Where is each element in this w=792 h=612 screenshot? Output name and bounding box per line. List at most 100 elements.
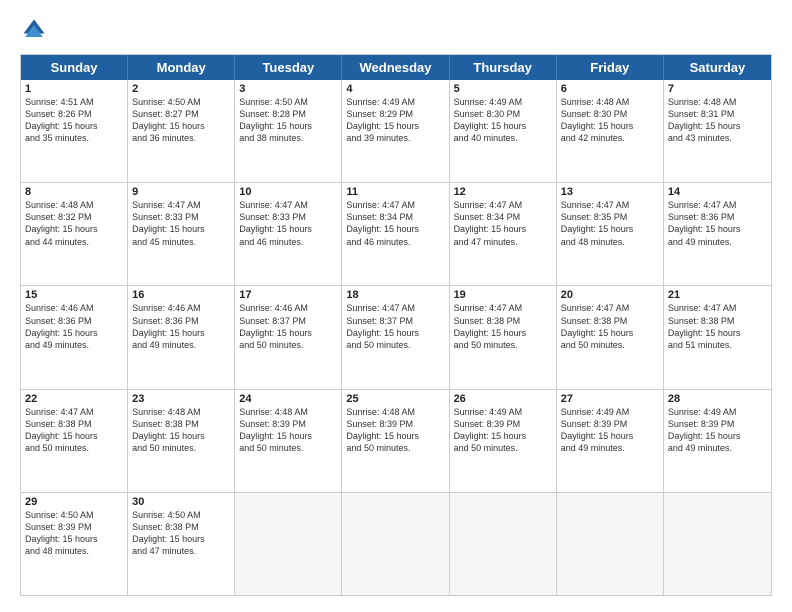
day-number: 30 bbox=[132, 496, 230, 508]
cell-info: Sunrise: 4:49 AM Sunset: 8:39 PM Dayligh… bbox=[561, 406, 659, 455]
cell-info: Sunrise: 4:47 AM Sunset: 8:36 PM Dayligh… bbox=[668, 199, 767, 248]
cell-info: Sunrise: 4:47 AM Sunset: 8:34 PM Dayligh… bbox=[454, 199, 552, 248]
cal-cell-empty bbox=[450, 493, 557, 595]
day-number: 1 bbox=[25, 83, 123, 95]
calendar: SundayMondayTuesdayWednesdayThursdayFrid… bbox=[20, 54, 772, 596]
day-number: 4 bbox=[346, 83, 444, 95]
day-number: 2 bbox=[132, 83, 230, 95]
calendar-body: 1Sunrise: 4:51 AM Sunset: 8:26 PM Daylig… bbox=[21, 80, 771, 595]
header-day-friday: Friday bbox=[557, 55, 664, 80]
cal-cell-3: 3Sunrise: 4:50 AM Sunset: 8:28 PM Daylig… bbox=[235, 80, 342, 182]
day-number: 5 bbox=[454, 83, 552, 95]
cal-cell-10: 10Sunrise: 4:47 AM Sunset: 8:33 PM Dayli… bbox=[235, 183, 342, 285]
cell-info: Sunrise: 4:48 AM Sunset: 8:32 PM Dayligh… bbox=[25, 199, 123, 248]
day-number: 6 bbox=[561, 83, 659, 95]
calendar-row-1: 1Sunrise: 4:51 AM Sunset: 8:26 PM Daylig… bbox=[21, 80, 771, 183]
cal-cell-30: 30Sunrise: 4:50 AM Sunset: 8:38 PM Dayli… bbox=[128, 493, 235, 595]
cal-cell-14: 14Sunrise: 4:47 AM Sunset: 8:36 PM Dayli… bbox=[664, 183, 771, 285]
calendar-header: SundayMondayTuesdayWednesdayThursdayFrid… bbox=[21, 55, 771, 80]
cal-cell-19: 19Sunrise: 4:47 AM Sunset: 8:38 PM Dayli… bbox=[450, 286, 557, 388]
cal-cell-16: 16Sunrise: 4:46 AM Sunset: 8:36 PM Dayli… bbox=[128, 286, 235, 388]
cal-cell-2: 2Sunrise: 4:50 AM Sunset: 8:27 PM Daylig… bbox=[128, 80, 235, 182]
cal-cell-22: 22Sunrise: 4:47 AM Sunset: 8:38 PM Dayli… bbox=[21, 390, 128, 492]
day-number: 18 bbox=[346, 289, 444, 301]
cell-info: Sunrise: 4:49 AM Sunset: 8:29 PM Dayligh… bbox=[346, 96, 444, 145]
cal-cell-24: 24Sunrise: 4:48 AM Sunset: 8:39 PM Dayli… bbox=[235, 390, 342, 492]
day-number: 23 bbox=[132, 393, 230, 405]
cell-info: Sunrise: 4:49 AM Sunset: 8:30 PM Dayligh… bbox=[454, 96, 552, 145]
day-number: 21 bbox=[668, 289, 767, 301]
cal-cell-28: 28Sunrise: 4:49 AM Sunset: 8:39 PM Dayli… bbox=[664, 390, 771, 492]
cal-cell-9: 9Sunrise: 4:47 AM Sunset: 8:33 PM Daylig… bbox=[128, 183, 235, 285]
logo-icon bbox=[20, 16, 48, 44]
day-number: 16 bbox=[132, 289, 230, 301]
header-day-wednesday: Wednesday bbox=[342, 55, 449, 80]
cal-cell-6: 6Sunrise: 4:48 AM Sunset: 8:30 PM Daylig… bbox=[557, 80, 664, 182]
cal-cell-17: 17Sunrise: 4:46 AM Sunset: 8:37 PM Dayli… bbox=[235, 286, 342, 388]
day-number: 11 bbox=[346, 186, 444, 198]
cal-cell-7: 7Sunrise: 4:48 AM Sunset: 8:31 PM Daylig… bbox=[664, 80, 771, 182]
cal-cell-12: 12Sunrise: 4:47 AM Sunset: 8:34 PM Dayli… bbox=[450, 183, 557, 285]
cell-info: Sunrise: 4:50 AM Sunset: 8:27 PM Dayligh… bbox=[132, 96, 230, 145]
cell-info: Sunrise: 4:46 AM Sunset: 8:36 PM Dayligh… bbox=[132, 302, 230, 351]
day-number: 3 bbox=[239, 83, 337, 95]
day-number: 29 bbox=[25, 496, 123, 508]
cal-cell-18: 18Sunrise: 4:47 AM Sunset: 8:37 PM Dayli… bbox=[342, 286, 449, 388]
day-number: 8 bbox=[25, 186, 123, 198]
cell-info: Sunrise: 4:47 AM Sunset: 8:38 PM Dayligh… bbox=[561, 302, 659, 351]
cell-info: Sunrise: 4:46 AM Sunset: 8:36 PM Dayligh… bbox=[25, 302, 123, 351]
cell-info: Sunrise: 4:48 AM Sunset: 8:38 PM Dayligh… bbox=[132, 406, 230, 455]
day-number: 28 bbox=[668, 393, 767, 405]
cal-cell-empty bbox=[664, 493, 771, 595]
cal-cell-15: 15Sunrise: 4:46 AM Sunset: 8:36 PM Dayli… bbox=[21, 286, 128, 388]
cal-cell-11: 11Sunrise: 4:47 AM Sunset: 8:34 PM Dayli… bbox=[342, 183, 449, 285]
cal-cell-8: 8Sunrise: 4:48 AM Sunset: 8:32 PM Daylig… bbox=[21, 183, 128, 285]
day-number: 14 bbox=[668, 186, 767, 198]
calendar-row-5: 29Sunrise: 4:50 AM Sunset: 8:39 PM Dayli… bbox=[21, 493, 771, 595]
day-number: 7 bbox=[668, 83, 767, 95]
cell-info: Sunrise: 4:48 AM Sunset: 8:30 PM Dayligh… bbox=[561, 96, 659, 145]
cell-info: Sunrise: 4:47 AM Sunset: 8:38 PM Dayligh… bbox=[25, 406, 123, 455]
calendar-row-4: 22Sunrise: 4:47 AM Sunset: 8:38 PM Dayli… bbox=[21, 390, 771, 493]
day-number: 17 bbox=[239, 289, 337, 301]
header-day-monday: Monday bbox=[128, 55, 235, 80]
cal-cell-23: 23Sunrise: 4:48 AM Sunset: 8:38 PM Dayli… bbox=[128, 390, 235, 492]
day-number: 10 bbox=[239, 186, 337, 198]
cell-info: Sunrise: 4:46 AM Sunset: 8:37 PM Dayligh… bbox=[239, 302, 337, 351]
cell-info: Sunrise: 4:47 AM Sunset: 8:34 PM Dayligh… bbox=[346, 199, 444, 248]
cell-info: Sunrise: 4:50 AM Sunset: 8:28 PM Dayligh… bbox=[239, 96, 337, 145]
cell-info: Sunrise: 4:49 AM Sunset: 8:39 PM Dayligh… bbox=[454, 406, 552, 455]
day-number: 25 bbox=[346, 393, 444, 405]
cal-cell-26: 26Sunrise: 4:49 AM Sunset: 8:39 PM Dayli… bbox=[450, 390, 557, 492]
cell-info: Sunrise: 4:48 AM Sunset: 8:39 PM Dayligh… bbox=[239, 406, 337, 455]
cell-info: Sunrise: 4:48 AM Sunset: 8:39 PM Dayligh… bbox=[346, 406, 444, 455]
day-number: 9 bbox=[132, 186, 230, 198]
header-day-thursday: Thursday bbox=[450, 55, 557, 80]
cal-cell-empty bbox=[557, 493, 664, 595]
day-number: 20 bbox=[561, 289, 659, 301]
header bbox=[20, 16, 772, 44]
cal-cell-empty bbox=[342, 493, 449, 595]
cal-cell-25: 25Sunrise: 4:48 AM Sunset: 8:39 PM Dayli… bbox=[342, 390, 449, 492]
cell-info: Sunrise: 4:47 AM Sunset: 8:33 PM Dayligh… bbox=[239, 199, 337, 248]
cell-info: Sunrise: 4:50 AM Sunset: 8:38 PM Dayligh… bbox=[132, 509, 230, 558]
cell-info: Sunrise: 4:47 AM Sunset: 8:38 PM Dayligh… bbox=[454, 302, 552, 351]
cal-cell-13: 13Sunrise: 4:47 AM Sunset: 8:35 PM Dayli… bbox=[557, 183, 664, 285]
cell-info: Sunrise: 4:51 AM Sunset: 8:26 PM Dayligh… bbox=[25, 96, 123, 145]
day-number: 26 bbox=[454, 393, 552, 405]
cal-cell-empty bbox=[235, 493, 342, 595]
day-number: 13 bbox=[561, 186, 659, 198]
day-number: 19 bbox=[454, 289, 552, 301]
cal-cell-29: 29Sunrise: 4:50 AM Sunset: 8:39 PM Dayli… bbox=[21, 493, 128, 595]
cell-info: Sunrise: 4:49 AM Sunset: 8:39 PM Dayligh… bbox=[668, 406, 767, 455]
calendar-row-2: 8Sunrise: 4:48 AM Sunset: 8:32 PM Daylig… bbox=[21, 183, 771, 286]
cal-cell-27: 27Sunrise: 4:49 AM Sunset: 8:39 PM Dayli… bbox=[557, 390, 664, 492]
cell-info: Sunrise: 4:47 AM Sunset: 8:37 PM Dayligh… bbox=[346, 302, 444, 351]
day-number: 15 bbox=[25, 289, 123, 301]
header-day-sunday: Sunday bbox=[21, 55, 128, 80]
cell-info: Sunrise: 4:47 AM Sunset: 8:35 PM Dayligh… bbox=[561, 199, 659, 248]
day-number: 22 bbox=[25, 393, 123, 405]
day-number: 24 bbox=[239, 393, 337, 405]
cal-cell-21: 21Sunrise: 4:47 AM Sunset: 8:38 PM Dayli… bbox=[664, 286, 771, 388]
day-number: 27 bbox=[561, 393, 659, 405]
